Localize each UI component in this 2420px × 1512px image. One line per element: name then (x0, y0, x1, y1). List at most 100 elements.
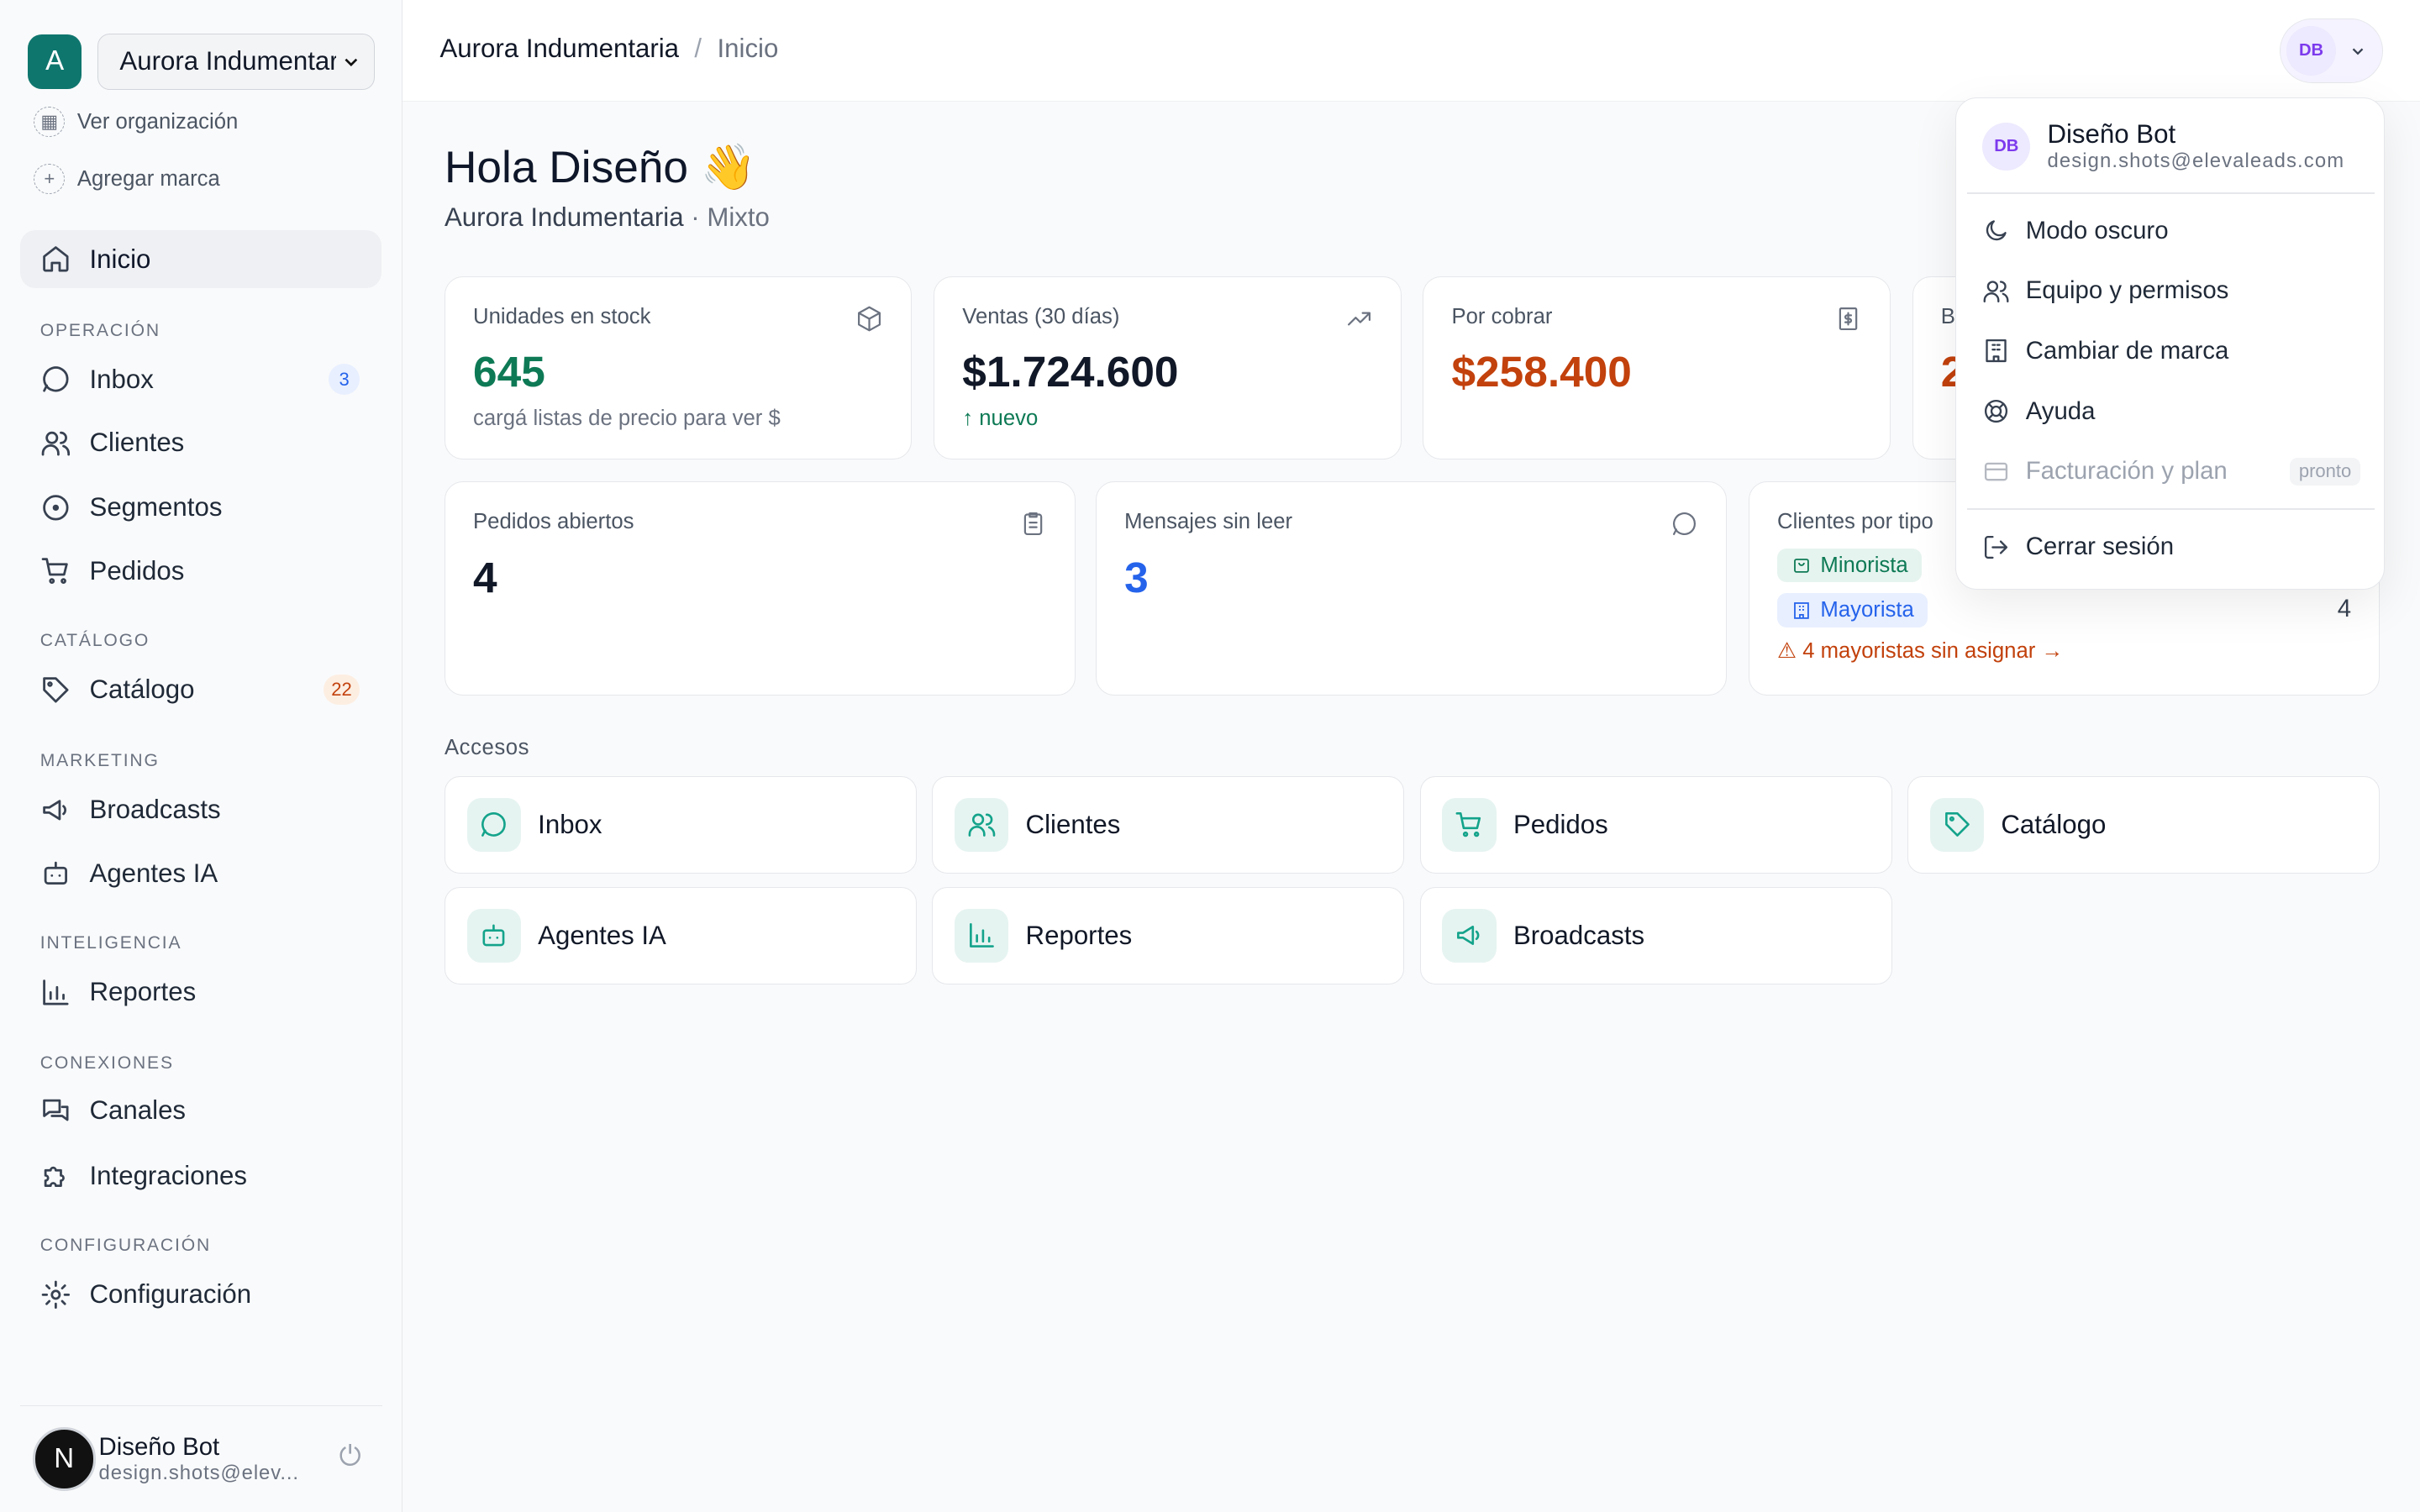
org-avatar[interactable]: A (28, 34, 82, 89)
nav-item-integraciones[interactable]: Integraciones (20, 1147, 381, 1205)
megaphone-icon (1457, 926, 1480, 946)
store-icon (1793, 559, 1809, 574)
menu-item-switch-brand[interactable]: Cambiar de marca (1982, 329, 2360, 372)
card-stock[interactable]: Unidades en stock 645 cargá listas de pr… (444, 276, 913, 460)
nav-label: Broadcasts (89, 795, 221, 825)
nav-item-configuracion[interactable]: Configuración (20, 1265, 381, 1324)
page-title: Hola Diseño 👋 (444, 142, 757, 192)
subtitle-org: Aurora Indumentaria (444, 202, 684, 232)
view-org-link[interactable]: ▦ Ver organización (34, 106, 238, 138)
subtitle-mode: · Mixto (691, 202, 770, 232)
tile-label: Reportes (1025, 920, 1133, 950)
sidebar-user[interactable]: N Diseño Bot design.shots@elev... ⏻ (19, 1405, 383, 1512)
nav-item-clientes[interactable]: Clientes (20, 413, 381, 472)
avatar: N (32, 1427, 96, 1491)
menu-item-label: Modo oscuro (2025, 216, 2169, 244)
mayorista-count: 4 (2337, 595, 2352, 623)
page-subtitle: Aurora Indumentaria · Mixto (445, 202, 770, 233)
add-brand-label: Agregar marca (76, 166, 220, 191)
card-value: $1.724.600 (962, 347, 1179, 396)
access-tile-inbox[interactable]: Inbox (444, 775, 917, 874)
access-tile-clientes[interactable]: Clientes (932, 775, 1405, 874)
menu-item-logout[interactable]: Cerrar sesión (1982, 525, 2360, 568)
breadcrumb-current: Inicio (717, 34, 779, 64)
home-icon (42, 246, 69, 272)
chip-mayorista: Mayorista (1777, 593, 1928, 627)
users-icon (1983, 281, 2009, 302)
chevron-down-icon (2352, 48, 2363, 55)
org-select[interactable]: Aurora Indumentaria (97, 34, 376, 90)
cart-icon (1455, 812, 1481, 837)
menu-divider (1966, 508, 2375, 511)
card-receivable[interactable]: Por cobrar $258.400 (1423, 276, 1891, 460)
users-icon (41, 431, 70, 456)
card-open-orders[interactable]: Pedidos abiertos 4 (444, 481, 1076, 696)
receipt-icon (1839, 307, 1858, 330)
card-sales[interactable]: Ventas (30 días) $1.724.600 ↑ nuevo (934, 276, 1402, 460)
section-label-operacion: OPERACIÓN (39, 321, 160, 341)
nav-item-reportes[interactable]: Reportes (20, 963, 381, 1021)
trending-up-icon (1347, 312, 1370, 326)
building-icon: ▦ (34, 106, 66, 138)
nav-item-catalogo[interactable]: Catálogo 22 (20, 660, 381, 719)
catalog-count-badge: 22 (324, 674, 360, 706)
menu-item-team[interactable]: Equipo y permisos (1982, 270, 2360, 312)
card-label: Por cobrar (1451, 304, 1553, 328)
section-label-configuracion: CONFIGURACIÓN (39, 1236, 212, 1256)
menu-item-label: Cambiar de marca (2025, 336, 2229, 365)
chip-minorista: Minorista (1777, 549, 1923, 583)
breadcrumb-org[interactable]: Aurora Indumentaria (439, 34, 679, 64)
card-label: Pedidos abiertos (473, 510, 634, 534)
avatar: DB (2286, 26, 2336, 76)
nav-item-pedidos[interactable]: Pedidos (20, 542, 381, 601)
logout-icon (1985, 535, 2008, 559)
card-value: 645 (473, 347, 545, 396)
menu-item-help[interactable]: Ayuda (1982, 390, 2360, 433)
card-unread-messages[interactable]: Mensajes sin leer 3 (1096, 481, 1728, 696)
menu-divider (1966, 192, 2375, 194)
tile-label: Clientes (1025, 809, 1121, 839)
card-label: B (1940, 304, 1955, 328)
bot-icon (44, 861, 67, 885)
nav-label: Clientes (89, 428, 185, 458)
nav-label: Reportes (89, 976, 197, 1006)
section-label-inteligencia: INTELIGENCIA (39, 933, 182, 953)
access-section-label: Accesos (444, 736, 529, 760)
tile-label: Catálogo (2001, 809, 2107, 839)
nav-label: Pedidos (89, 555, 185, 585)
nav-item-broadcasts[interactable]: Broadcasts (20, 780, 381, 839)
chevron-down-icon (345, 58, 358, 66)
message-circle-icon (481, 812, 507, 837)
menu-user-email: design.shots@elevaleads.com (2047, 150, 2345, 173)
card-note: cargá listas de precio para ver $ (473, 407, 781, 431)
nav-item-canales[interactable]: Canales (20, 1082, 381, 1141)
access-tile-catalogo[interactable]: Catálogo (1907, 775, 2381, 874)
user-menu-button[interactable]: DB (2279, 18, 2383, 84)
bot-icon (482, 924, 505, 947)
plus-icon: + (34, 163, 66, 195)
card-label: Mensajes sin leer (1124, 510, 1293, 534)
message-circle-icon (1673, 512, 1697, 536)
access-tile-broadcasts[interactable]: Broadcasts (1419, 887, 1892, 984)
unassigned-warning-link[interactable]: ⚠ 4 mayoristas sin asignar → (1777, 638, 2063, 664)
access-tile-agentes[interactable]: Agentes IA (444, 887, 917, 984)
nav-item-inicio[interactable]: Inicio (19, 229, 381, 289)
breadcrumb: Aurora Indumentaria / Inicio (439, 34, 778, 64)
access-tile-reportes[interactable]: Reportes (932, 887, 1405, 984)
nav-item-inbox[interactable]: Inbox 3 (20, 350, 381, 409)
moon-icon (1986, 220, 2007, 241)
power-icon[interactable]: ⏻ (339, 1441, 361, 1473)
add-brand-link[interactable]: + Agregar marca (34, 163, 220, 195)
inbox-count-badge: 3 (329, 364, 360, 396)
clipboard-icon (1023, 512, 1043, 536)
nav-label: Canales (89, 1095, 187, 1126)
nav-item-segmentos[interactable]: Segmentos (20, 478, 381, 537)
card-value: 4 (473, 552, 497, 601)
menu-item-dark-mode[interactable]: Modo oscuro (1982, 209, 2360, 252)
avatar: DB (1982, 122, 2031, 171)
access-tile-pedidos[interactable]: Pedidos (1419, 775, 1892, 874)
nav-item-agentes[interactable]: Agentes IA (20, 844, 381, 903)
bar-chart-icon (969, 923, 994, 948)
top-header: Aurora Indumentaria / Inicio DB (402, 0, 2420, 102)
chip-label: Mayorista (1820, 597, 1914, 622)
